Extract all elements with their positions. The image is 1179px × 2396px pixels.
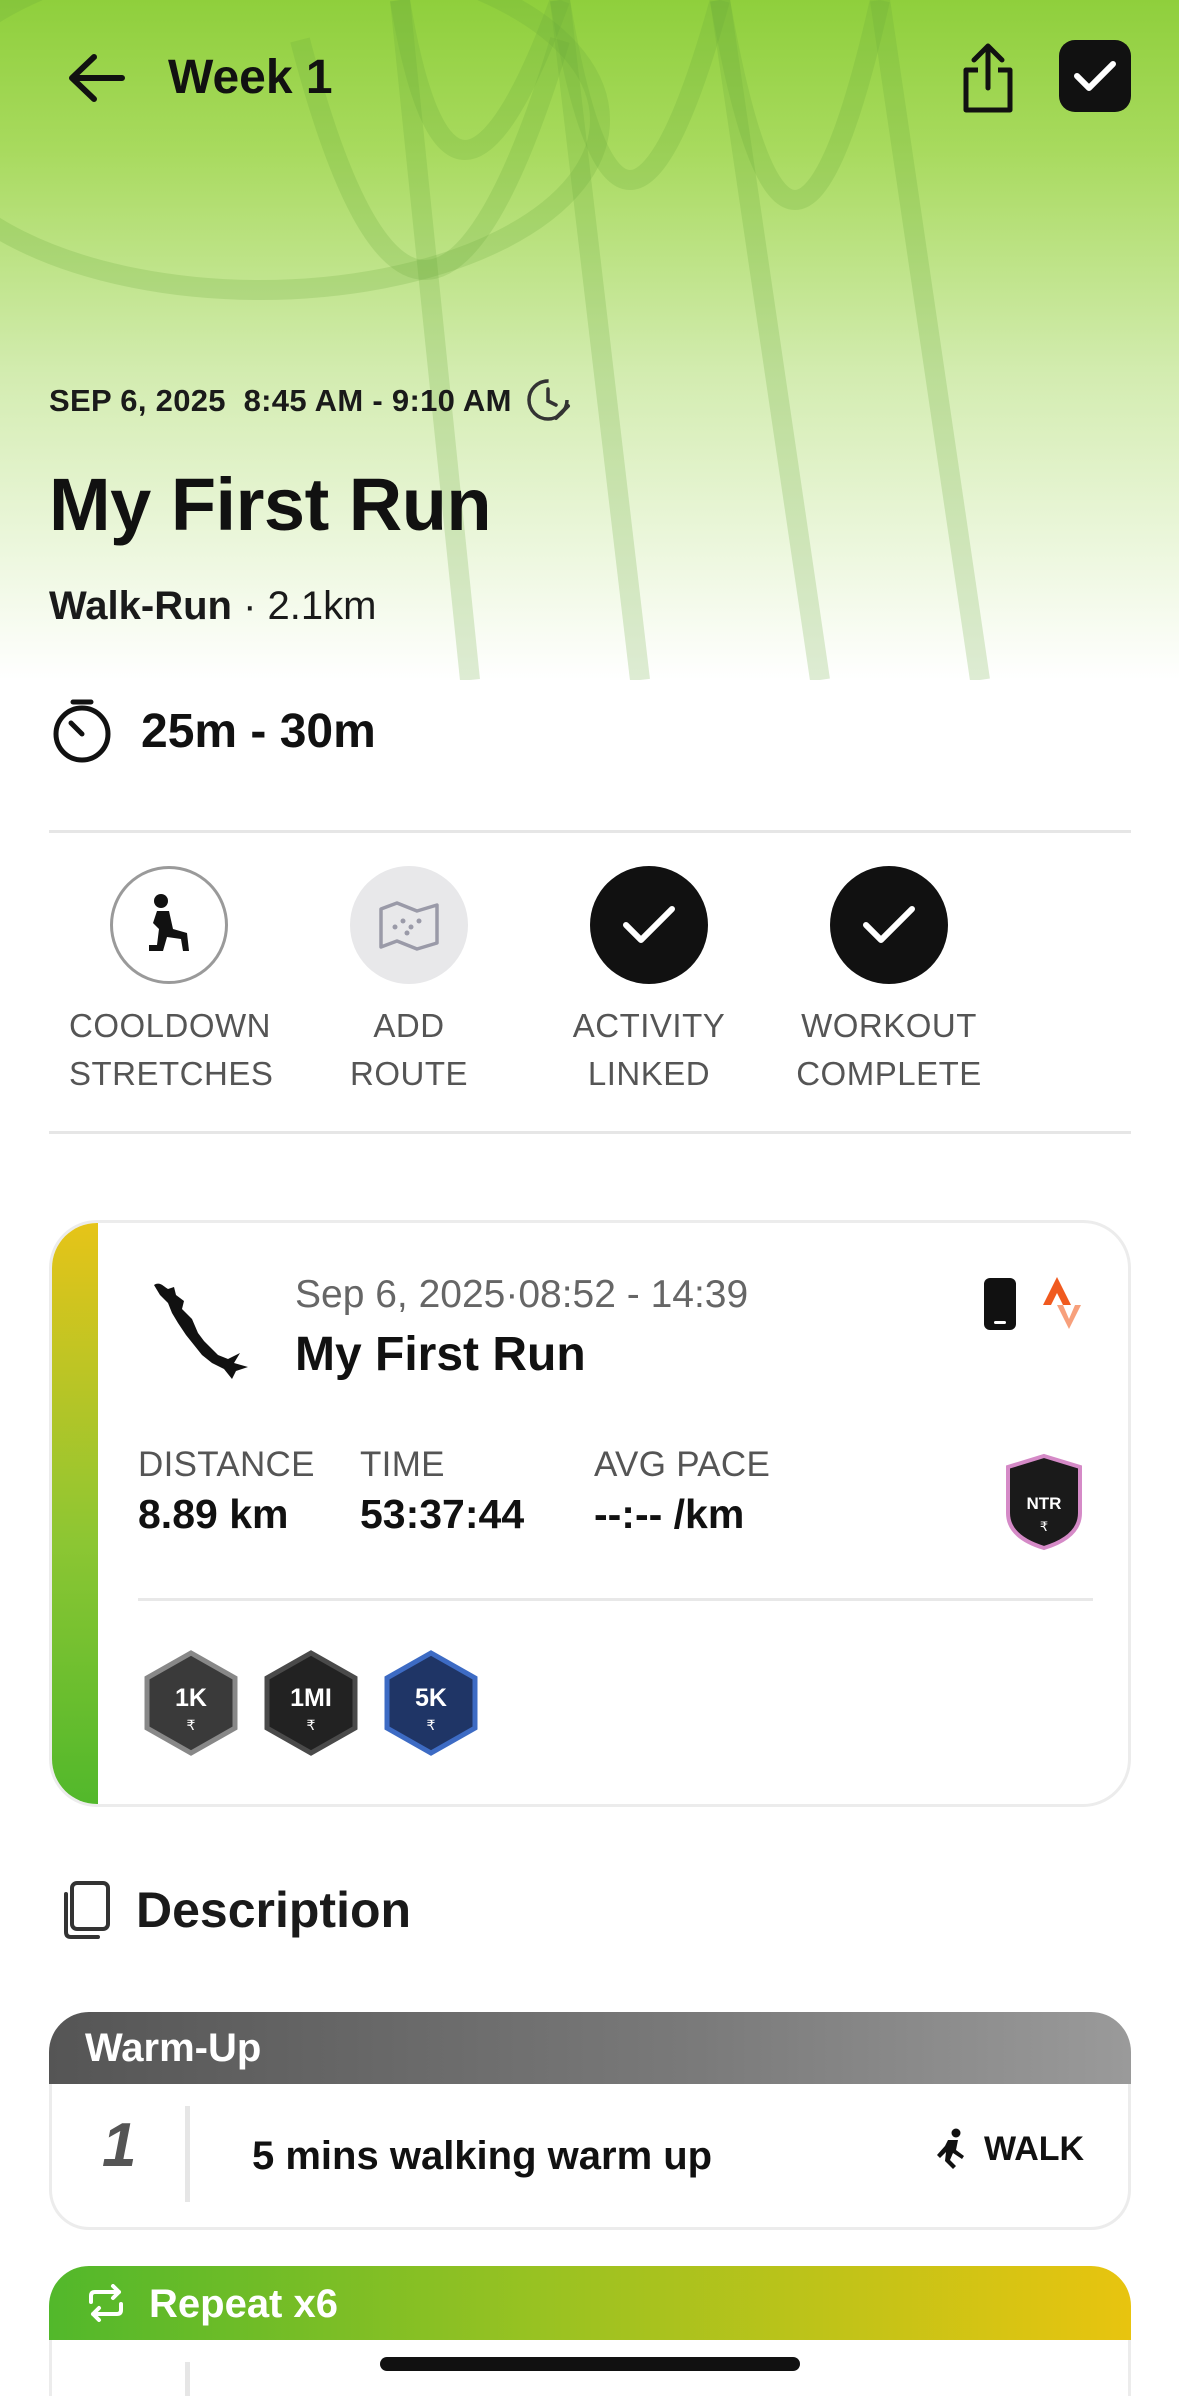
workout-complete-action[interactable]: WORKOUT COMPLETE: [789, 866, 989, 1098]
activity-linked-label: ACTIVITY LINKED: [549, 1002, 749, 1098]
label-line2: ROUTE: [350, 1055, 468, 1092]
stat-label: AVG PACE: [594, 1445, 771, 1484]
share-button[interactable]: [950, 36, 1026, 120]
workout-type: Walk-Run: [49, 584, 232, 628]
walk-icon: [937, 2128, 964, 2169]
edit-time-icon[interactable]: [526, 378, 572, 424]
share-icon: [963, 43, 1013, 113]
label-line1: COOLDOWN: [69, 1007, 271, 1044]
label-line1: WORKOUT: [801, 1007, 977, 1044]
label-line2: STRETCHES: [69, 1055, 274, 1092]
page-title: Week 1: [168, 51, 333, 104]
action-row: COOLDOWN STRETCHES ADD ROUTE ACTIVITY LI…: [49, 866, 1131, 1096]
workout-complete-circle: [830, 866, 948, 984]
timer-icon: [53, 699, 111, 763]
warmup-header-label: Warm-Up: [85, 2026, 262, 2070]
strava-icon: [1043, 1277, 1081, 1329]
badge-5k-icon[interactable]: 5K ₹: [382, 1650, 480, 1756]
activity-date: Sep 6, 2025·08:52 - 14:39: [295, 1273, 749, 1316]
ntr-badge-text: NTR: [1027, 1494, 1062, 1513]
workout-title: My First Run: [49, 463, 492, 546]
workout-complete-label: WORKOUT COMPLETE: [789, 1002, 989, 1098]
card-divider: [138, 1598, 1093, 1601]
card-accent-stripe: [52, 1223, 98, 1804]
phone-icon: [984, 1278, 1016, 1330]
cooldown-label: COOLDOWN STRETCHES: [69, 1002, 274, 1098]
route-thumbnail: [154, 1283, 248, 1379]
stretch-icon: [149, 894, 189, 951]
copy-icon: [64, 1881, 110, 1939]
divider: [49, 830, 1131, 833]
repeat-icon: [89, 2284, 123, 2322]
step-separator: [185, 2362, 190, 2396]
badge-label: 1K: [175, 1684, 207, 1712]
workout-subtitle: Walk-Run · 2.1km: [49, 584, 376, 629]
label-line2: COMPLETE: [796, 1055, 982, 1092]
stat-label: TIME: [360, 1445, 445, 1484]
badge-1mi-icon[interactable]: 1MI ₹: [262, 1650, 360, 1756]
divider: [49, 1131, 1131, 1134]
ntr-badge-icon[interactable]: NTR ₹: [1004, 1453, 1084, 1551]
arrow-left-icon: [69, 54, 125, 102]
cooldown-stretches-action[interactable]: COOLDOWN STRETCHES: [69, 866, 274, 1098]
svg-text:₹: ₹: [1040, 1520, 1048, 1535]
back-button[interactable]: [58, 40, 134, 116]
workout-datetime[interactable]: SEP 6, 2025 8:45 AM - 9:10 AM: [49, 378, 572, 424]
duration-row: 25m - 30m: [49, 698, 376, 764]
activity-title: My First Run: [295, 1328, 586, 1381]
add-route-label: ADD ROUTE: [309, 1002, 509, 1098]
description-header[interactable]: Description: [58, 1880, 411, 1940]
svg-text:₹: ₹: [427, 1718, 436, 1734]
checkmark-icon: [863, 906, 915, 943]
workout-distance: · 2.1km: [243, 584, 377, 628]
cooldown-circle: [110, 866, 228, 984]
badge-label: 1MI: [290, 1684, 332, 1712]
warmup-step-row[interactable]: 1 5 mins walking warm up WALK: [49, 2084, 1131, 2230]
stat-label: DISTANCE: [138, 1445, 315, 1484]
step-text: 5 mins walking warm up: [252, 2134, 713, 2178]
svg-text:₹: ₹: [187, 1718, 196, 1734]
complete-button[interactable]: [1059, 40, 1131, 112]
home-indicator: [380, 2357, 800, 2371]
label-line1: ACTIVITY: [572, 1007, 726, 1044]
badge-1k-icon[interactable]: 1K ₹: [142, 1650, 240, 1756]
activity-linked-action[interactable]: ACTIVITY LINKED: [549, 866, 749, 1098]
stat-distance: DISTANCE 8.89 km: [138, 1445, 315, 1538]
description-title: Description: [136, 1882, 412, 1938]
label-line1: ADD: [373, 1007, 445, 1044]
map-icon: [379, 901, 439, 951]
add-route-action[interactable]: ADD ROUTE: [309, 866, 509, 1098]
repeat-header-label: Repeat x6: [149, 2282, 338, 2326]
stat-avg-pace: AVG PACE --:-- /km: [594, 1445, 770, 1538]
top-bar: Week 1: [0, 0, 1179, 160]
step-separator: [185, 2106, 190, 2202]
stat-time: TIME 53:37:44: [360, 1445, 524, 1538]
activity-linked-circle: [590, 866, 708, 984]
add-route-circle: [350, 866, 468, 984]
step-tag: WALK: [932, 2128, 1084, 2170]
step-tag-label: WALK: [984, 2129, 1085, 2168]
activity-card[interactable]: Sep 6, 2025·08:52 - 14:39 My First Run D…: [49, 1220, 1131, 1807]
badge-label: 5K: [415, 1684, 447, 1712]
warmup-header: Warm-Up: [49, 2012, 1131, 2084]
duration-text: 25m - 30m: [141, 704, 376, 758]
stat-value: 53:37:44: [360, 1491, 525, 1537]
svg-text:₹: ₹: [307, 1718, 316, 1734]
stat-value: --:-- /km: [594, 1491, 745, 1537]
checkmark-icon: [623, 906, 675, 943]
repeat-header: Repeat x6: [49, 2266, 1131, 2340]
checkmark-icon: [1074, 61, 1116, 91]
datetime-text: SEP 6, 2025 8:45 AM - 9:10 AM: [49, 383, 512, 418]
stat-value: 8.89 km: [138, 1491, 289, 1537]
step-number: 1: [102, 2111, 137, 2180]
label-line2: LINKED: [587, 1055, 711, 1092]
